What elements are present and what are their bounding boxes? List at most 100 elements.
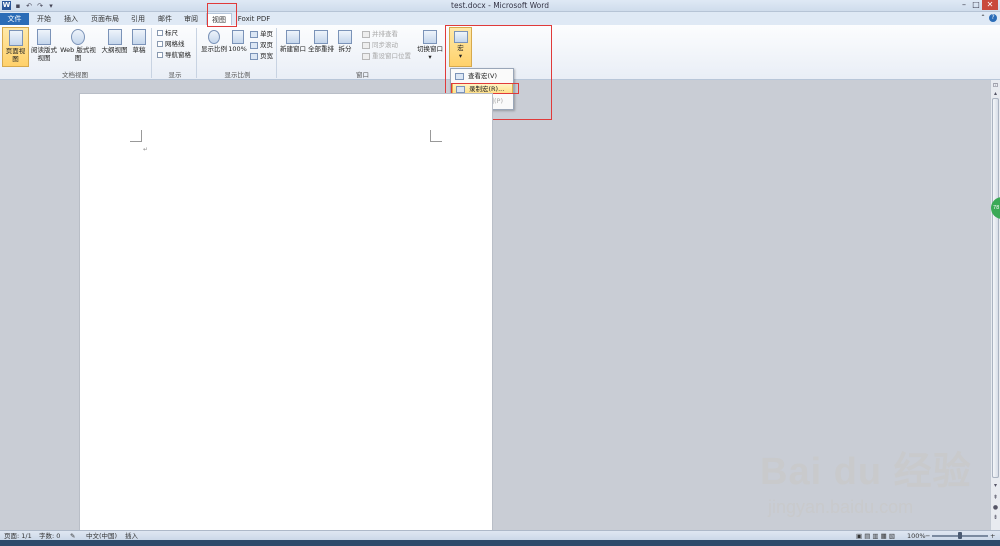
magnifier-icon	[208, 30, 220, 44]
full-screen-reading-label: 阅读版式视图	[31, 46, 57, 62]
vertical-scrollbar[interactable]: ⊡ ▴ ▾ ⇞ ● ⇟	[990, 80, 1000, 530]
previous-page-icon[interactable]: ⇞	[992, 494, 999, 502]
one-page-button[interactable]: 单页	[250, 30, 273, 38]
record-macro-icon	[456, 86, 465, 93]
help-icon[interactable]: ?	[989, 14, 997, 22]
full-screen-reading-button[interactable]: 阅读版式视图	[31, 27, 57, 67]
tab-insert[interactable]: 插入	[60, 13, 82, 25]
tab-review[interactable]: 审阅	[180, 13, 202, 25]
zoom-100-label: 100%	[228, 45, 247, 53]
arrange-all-icon	[314, 30, 328, 44]
group-separator	[151, 28, 152, 78]
web-layout-button[interactable]: Web 版式视图	[57, 27, 99, 67]
two-pages-button[interactable]: 双页	[250, 41, 273, 49]
ribbon-help-area: ⌃ ?	[979, 14, 997, 22]
switch-windows-icon	[423, 30, 437, 44]
zoom-slider[interactable]	[932, 532, 988, 539]
reset-window-icon	[362, 52, 370, 60]
reset-window-position-button[interactable]: 重设窗口位置	[362, 52, 411, 60]
outline-label: 大纲视图	[101, 46, 128, 54]
one-page-icon	[250, 30, 258, 38]
ribbon-tabs: 文件 开始 插入 页面布局 引用 邮件 审阅 视图 Foxit PDF ⌃ ?	[0, 12, 1000, 25]
scroll-thumb[interactable]	[992, 98, 999, 478]
navigation-pane-checkbox[interactable]: 导航窗格	[157, 51, 191, 59]
scroll-down-icon[interactable]: ▾	[992, 482, 999, 490]
baidu-watermark: Bai du 经验 jingyan.baidu.com	[760, 440, 972, 518]
view-macros-icon	[455, 73, 464, 80]
print-layout-icon	[8, 30, 23, 46]
group-label-zoom: 显示比例	[224, 71, 251, 79]
window-controls: – □ ✕	[958, 0, 998, 10]
synchronous-scrolling-button[interactable]: 同步滚动	[362, 41, 398, 49]
switch-windows-button[interactable]: 切换窗口 ▾	[416, 27, 444, 67]
macros-icon	[453, 31, 468, 43]
taskbar	[0, 540, 1000, 546]
side-by-side-icon	[362, 30, 370, 38]
tab-mailings[interactable]: 邮件	[154, 13, 176, 25]
view-macros-item[interactable]: 查看宏(V)	[452, 71, 513, 82]
draft-label: 草稿	[132, 46, 146, 54]
tab-home[interactable]: 开始	[33, 13, 55, 25]
margin-marker-top-right	[430, 130, 442, 142]
new-window-icon	[286, 30, 300, 44]
print-layout-button[interactable]: 页面视图	[2, 27, 29, 67]
draft-button[interactable]: 草稿	[129, 27, 149, 67]
arrange-all-button[interactable]: 全部重排	[307, 27, 335, 67]
zoom-slider-knob[interactable]	[958, 532, 962, 539]
ruler-checkbox[interactable]: 标尺	[157, 29, 178, 37]
group-separator	[276, 28, 277, 78]
tab-page-layout[interactable]: 页面布局	[88, 13, 122, 25]
group-label-show: 显示	[168, 71, 182, 79]
print-layout-label: 页面视图	[5, 47, 26, 63]
minimize-ribbon-icon[interactable]: ⌃	[979, 14, 987, 22]
macros-label: 宏	[457, 44, 464, 52]
zoom-100-button[interactable]: 100%	[228, 27, 247, 67]
page-width-icon	[250, 52, 258, 60]
window-title: test.docx - Microsoft Word	[451, 1, 549, 10]
record-macro-label: 录制宏(R)...	[469, 85, 505, 93]
next-page-icon[interactable]: ⇟	[992, 514, 999, 522]
tab-references[interactable]: 引用	[127, 13, 149, 25]
page-100-icon	[231, 30, 244, 44]
chevron-down-icon: ▾	[428, 53, 432, 61]
margin-marker-top-left	[130, 130, 142, 142]
scroll-up-icon[interactable]: ▴	[992, 90, 999, 98]
new-window-button[interactable]: 新建窗口	[279, 27, 307, 67]
group-label-views: 文档视图	[62, 71, 88, 79]
zoom-label: 显示比例	[201, 45, 227, 53]
web-layout-label: Web 版式视图	[60, 46, 96, 62]
baidu-logo: Bai du 经验	[760, 451, 972, 493]
macros-button[interactable]: 宏 ▾	[449, 27, 472, 67]
page-width-button[interactable]: 页宽	[250, 52, 273, 60]
ruler-toggle-icon[interactable]: ⊡	[992, 82, 999, 90]
title-bar: W ▪ ↶ ↷ ▾ test.docx - Microsoft Word – □…	[0, 0, 1000, 12]
close-button[interactable]: ✕	[982, 0, 998, 10]
globe-icon	[71, 29, 85, 45]
baidu-url: jingyan.baidu.com	[768, 497, 914, 517]
gridlines-checkbox[interactable]: 网格线	[157, 40, 185, 48]
group-separator	[445, 28, 446, 78]
group-separator	[196, 28, 197, 78]
full-screen-reading-icon	[37, 29, 51, 45]
outline-icon	[107, 29, 122, 45]
view-side-by-side-button[interactable]: 并排查看	[362, 30, 398, 38]
group-label-window: 窗口	[356, 71, 369, 79]
tab-view[interactable]: 视图	[206, 13, 232, 25]
split-button[interactable]: 拆分	[336, 27, 354, 67]
switch-windows-label: 切换窗口	[417, 45, 443, 53]
arrange-all-label: 全部重排	[308, 45, 334, 53]
split-icon	[338, 30, 352, 44]
tab-file[interactable]: 文件	[0, 13, 29, 25]
new-window-label: 新建窗口	[280, 45, 306, 53]
two-pages-icon	[250, 41, 258, 49]
document-page[interactable]: ↵	[79, 93, 493, 533]
tab-foxit-pdf[interactable]: Foxit PDF	[236, 13, 272, 25]
outline-button[interactable]: 大纲视图	[100, 27, 129, 67]
browse-object-icon[interactable]: ●	[992, 504, 999, 512]
zoom-button[interactable]: 显示比例	[200, 27, 228, 67]
paragraph-mark: ↵	[143, 146, 149, 153]
view-macros-label: 查看宏(V)	[468, 72, 498, 80]
minimize-button[interactable]: –	[958, 0, 970, 10]
maximize-button[interactable]: □	[970, 0, 982, 10]
status-bar: 页面: 1/1 字数: 0 ✎ 中文(中国) 插入 ▣ ▤ ▥ ▦ ▧ 100%…	[0, 530, 1000, 540]
